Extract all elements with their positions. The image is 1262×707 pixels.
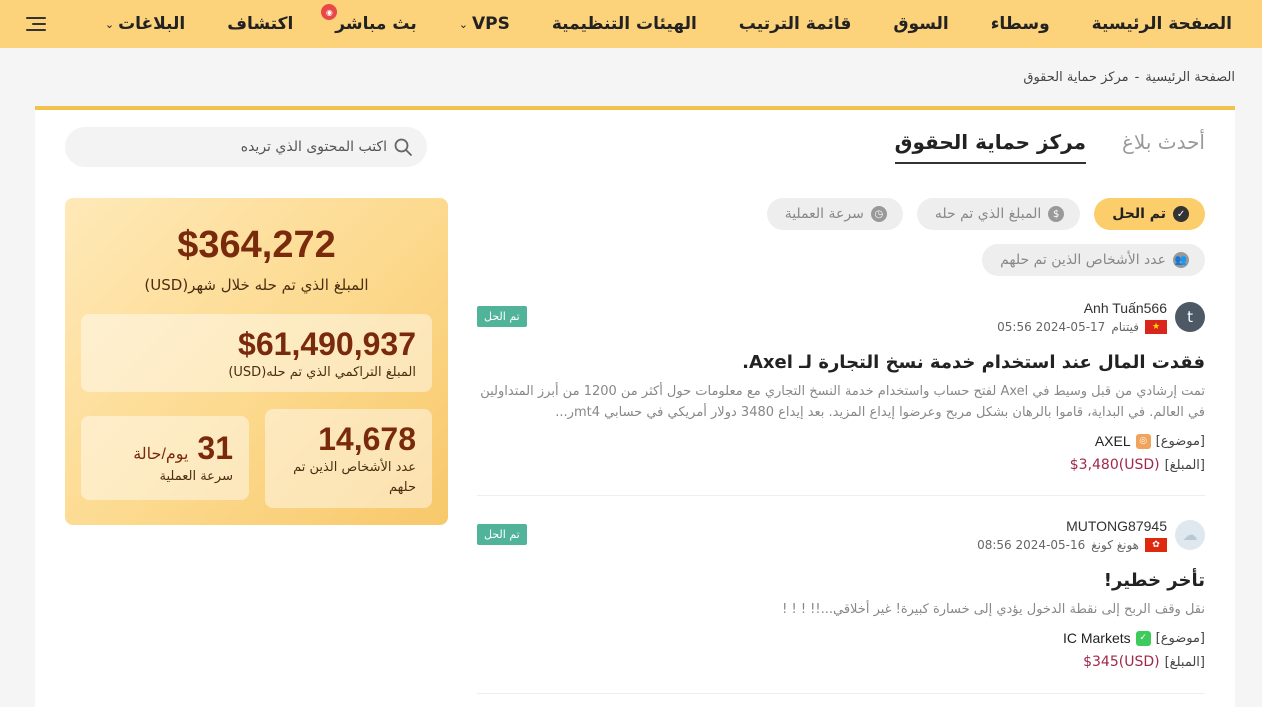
- flag-icon: ✿: [1145, 538, 1167, 552]
- tab-bar: أحدث بلاغ مركز حماية الحقوق: [894, 130, 1205, 164]
- user-info: MUTONG87945 ✿ هونغ كونغ 2024-05-16 08:56: [977, 518, 1167, 552]
- filter-chip-label: عدد الأشخاص الذين تم حلهم: [1000, 252, 1166, 268]
- nav-reports-label: البلاغات: [118, 14, 186, 34]
- amount-line: [المبلغ] (USD)$3,480: [477, 457, 1205, 473]
- search-input[interactable]: [79, 139, 387, 155]
- list-item[interactable]: t Anh Tuấn566 ★ فيتنام 2024-05-17 05:56 تم ال…: [477, 300, 1205, 496]
- nav-discover-label: اكتشاف: [227, 14, 294, 34]
- month-amount: $364,272: [177, 224, 336, 266]
- subject-line: [موضوع] ◎ AXEL: [477, 433, 1205, 449]
- complaint-description: نقل وقف الربح إلى نقطة الدخول يؤدي إلى خ…: [782, 602, 1205, 617]
- speed-unit: يوم/حالة: [133, 446, 189, 463]
- tab-rights-center[interactable]: مركز حماية الحقوق: [894, 130, 1086, 164]
- nav-home[interactable]: الصفحة الرئيسية: [1092, 14, 1232, 34]
- people-box: 14,678 عدد الأشخاص الذين تم حلهم: [265, 409, 432, 508]
- main-panel: أحدث بلاغ مركز حماية الحقوق ✓ تم الحل $ الم…: [35, 106, 1235, 707]
- subject-label: [موضوع]: [1155, 630, 1205, 646]
- country: هونغ كونغ: [1091, 538, 1139, 552]
- nav-menu: الصفحة الرئيسية وسطاء السوق قائمة الترتيب ال…: [46, 4, 1232, 34]
- country: فيتنام: [1111, 320, 1139, 334]
- nav-regulators[interactable]: الهيئات التنظيمية: [552, 14, 697, 34]
- clock-icon: ◷: [870, 206, 887, 222]
- filter-chip[interactable]: 👥 عدد الأشخاص الذين تم حلهم: [982, 244, 1205, 276]
- filter-chip[interactable]: ✓ تم الحل: [1094, 198, 1205, 230]
- nav-vps-label: VPS: [471, 14, 510, 34]
- search-box: [65, 127, 427, 167]
- speed-box: 31 يوم/حالة سرعة العملية: [81, 416, 249, 500]
- broker-logo-icon: ◎: [1135, 433, 1151, 449]
- nav-home-label: الصفحة الرئيسية: [1091, 14, 1232, 34]
- list-item[interactable]: ☁ MUTONG87945 ✿ هونغ كونغ 2024-05-16 08:56 تم…: [477, 496, 1205, 694]
- check-circle-icon: ✓: [1173, 206, 1189, 222]
- nav-ranking-label: قائمة الترتيب: [738, 14, 852, 34]
- nav-live[interactable]: بث مباشر ◉: [321, 4, 417, 34]
- cumulative-amount: $61,490,937: [238, 326, 416, 362]
- amount-label: [المبلغ]: [1164, 457, 1205, 473]
- nav-live-label: بث مباشر: [335, 14, 417, 34]
- nav-discover[interactable]: اكتشاف: [227, 14, 293, 34]
- complaint-title[interactable]: فقدت المال عند استخدام خدمة نسخ التجارة …: [477, 352, 1205, 373]
- menu-icon[interactable]: [26, 17, 46, 31]
- search-icon[interactable]: [393, 137, 413, 157]
- timestamp: 2024-05-16 08:56: [977, 538, 1086, 552]
- amount-line: [المبلغ] (USD)$345: [477, 654, 1205, 670]
- flag-icon: ★: [1145, 320, 1167, 334]
- nav-reports[interactable]: البلاغات ⌄: [105, 14, 185, 34]
- timestamp: 2024-05-17 05:56: [997, 320, 1106, 334]
- filter-chip[interactable]: ◷ سرعة العملية: [766, 198, 903, 230]
- amount-value: (USD)$345: [1083, 654, 1160, 670]
- speed-value: 31: [197, 430, 233, 466]
- broker-link[interactable]: AXEL: [1095, 433, 1131, 449]
- chevron-down-icon: ⌄: [104, 17, 115, 31]
- cumulative-box: $61,490,937 المبلغ التراكمي الذي تم حله(…: [81, 314, 432, 392]
- breadcrumb-home[interactable]: الصفحة الرئيسية: [1145, 70, 1235, 85]
- filter-chip-label: المبلغ الذي تم حله: [934, 206, 1042, 222]
- nav-brokers[interactable]: وسطاء: [991, 14, 1050, 34]
- stats-card: $364,272 المبلغ الذي تم حله خلال شهر(USD…: [65, 198, 448, 525]
- filter-chips: ✓ تم الحل $ المبلغ الذي تم حله ◷ سرعة العملية…: [725, 198, 1205, 276]
- month-amount-label: المبلغ الذي تم حله خلال شهر(USD): [144, 276, 369, 294]
- status-badge: تم الحل: [477, 306, 527, 327]
- amount-value: (USD)$3,480: [1069, 457, 1160, 473]
- complaint-meta: ★ فيتنام 2024-05-17 05:56: [997, 320, 1167, 334]
- complaint-meta: ✿ هونغ كونغ 2024-05-16 08:56: [977, 538, 1167, 552]
- nav-vps[interactable]: VPS ⌄: [459, 14, 510, 34]
- status-badge: تم الحل: [477, 524, 527, 545]
- complaint-header: ☁ MUTONG87945 ✿ هونغ كونغ 2024-05-16 08:56: [477, 518, 1205, 552]
- amount-label: [المبلغ]: [1164, 654, 1205, 670]
- user-name[interactable]: Anh Tuấn566: [997, 300, 1167, 316]
- broker-logo-icon: ✓: [1135, 630, 1151, 646]
- nav-market[interactable]: السوق: [893, 14, 948, 34]
- breadcrumb-separator: -: [1134, 70, 1140, 85]
- complaint-title[interactable]: تأخر خطير!: [477, 570, 1205, 591]
- breadcrumb-current: مركز حماية الحقوق: [1023, 70, 1129, 85]
- filter-chip-label: تم الحل: [1112, 206, 1166, 222]
- subject-line: [موضوع] ✓ IC Markets: [477, 630, 1205, 646]
- people-count: 14,678: [318, 421, 416, 457]
- broker-link[interactable]: IC Markets: [1063, 630, 1131, 646]
- avatar[interactable]: t: [1175, 302, 1205, 332]
- nav-ranking[interactable]: قائمة الترتيب: [739, 14, 852, 34]
- users-icon: 👥: [1173, 252, 1189, 268]
- subject-label: [موضوع]: [1155, 433, 1205, 449]
- nav-regulators-label: الهيئات التنظيمية: [551, 14, 697, 34]
- people-label: عدد الأشخاص الذين تم حلهم: [293, 460, 416, 495]
- dollar-icon: $: [1048, 206, 1065, 222]
- complaint-description: تمت إرشادي من قبل وسيط في Axel لفتح حساب…: [480, 384, 1205, 420]
- complaint-header: t Anh Tuấn566 ★ فيتنام 2024-05-17 05:56: [477, 300, 1205, 334]
- tab-latest-report[interactable]: أحدث بلاغ: [1122, 130, 1205, 164]
- breadcrumb: الصفحة الرئيسية-مركز حماية الحقوق: [1023, 70, 1235, 85]
- speed-label: سرعة العملية: [159, 469, 233, 484]
- user-name[interactable]: MUTONG87945: [977, 518, 1167, 534]
- chevron-down-icon: ⌄: [458, 17, 468, 31]
- filter-chip[interactable]: $ المبلغ الذي تم حله: [916, 198, 1081, 230]
- top-nav: الصفحة الرئيسية وسطاء السوق قائمة الترتيب ال…: [0, 0, 1262, 48]
- cumulative-label: المبلغ التراكمي الذي تم حله(USD): [228, 365, 416, 380]
- nav-market-label: السوق: [893, 14, 949, 34]
- avatar[interactable]: ☁: [1175, 520, 1205, 550]
- complaint-list: t Anh Tuấn566 ★ فيتنام 2024-05-17 05:56 تم ال…: [477, 300, 1205, 694]
- filter-chip-label: سرعة العملية: [784, 206, 864, 222]
- user-info: Anh Tuấn566 ★ فيتنام 2024-05-17 05:56: [997, 300, 1167, 334]
- nav-brokers-label: وسطاء: [990, 14, 1050, 34]
